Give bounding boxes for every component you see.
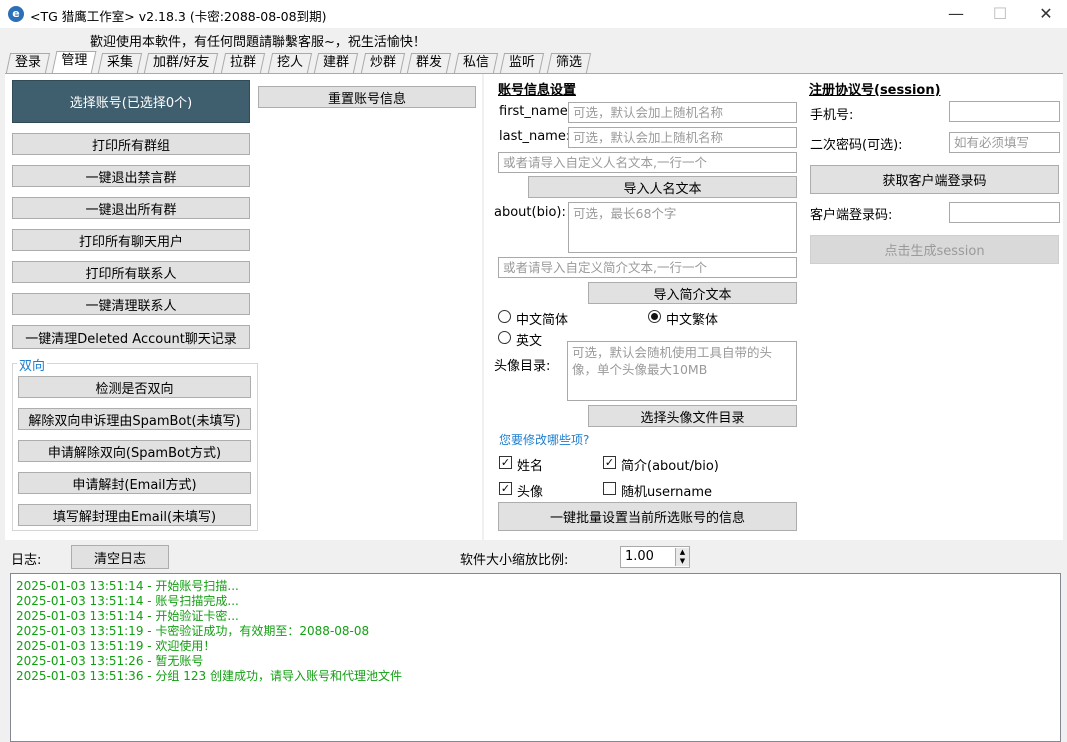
password-label: 二次密码(可选): — [810, 138, 903, 153]
phone-input[interactable] — [949, 101, 1060, 122]
close-button[interactable]: ✕ — [1036, 4, 1056, 24]
log-line: 2025-01-03 13:51:19 - 卡密验证成功，有效期至：2088-0… — [16, 624, 370, 638]
phone-label: 手机号: — [810, 108, 854, 123]
exit-muted-groups-button[interactable]: 一键退出禁言群 — [12, 165, 250, 187]
import-name-text-button[interactable]: 导入人名文本 — [528, 176, 797, 198]
check-two-way-button[interactable]: 检测是否双向 — [18, 376, 251, 398]
scale-up-icon[interactable]: ▲ — [675, 548, 689, 557]
modify-fields-question: 您要修改哪些项? — [499, 433, 590, 447]
last-name-input[interactable]: 可选，默认会加上随机名称 — [568, 127, 797, 148]
lang-simplified-label: 中文简体 — [516, 313, 569, 328]
log-output[interactable]: 2025-01-03 13:51:14 - 开始账号扫描... 2025-01-… — [10, 573, 1061, 742]
minimize-button[interactable]: — — [946, 4, 966, 24]
import-bio-text-button[interactable]: 导入简介文本 — [588, 282, 797, 304]
log-label: 日志: — [11, 553, 42, 568]
opt-bio-label: 简介(about/bio) — [621, 459, 719, 474]
tab-dig-users[interactable]: 挖人 — [267, 53, 313, 73]
bio-label: about(bio): — [494, 205, 566, 220]
session-heading: 注册协议号(session) — [809, 83, 941, 98]
scale-spinbox[interactable]: 1.00 ▲ ▼ — [620, 546, 690, 568]
print-contacts-button[interactable]: 打印所有联系人 — [12, 261, 250, 283]
opt-username-checkbox[interactable] — [603, 482, 616, 495]
login-code-label: 客户端登录码: — [810, 208, 893, 223]
password-input[interactable]: 如有必须填写 — [949, 132, 1060, 153]
bio-textarea[interactable]: 可选，最长68个字 — [568, 202, 797, 253]
maximize-button[interactable]: ☐ — [990, 4, 1010, 24]
tab-hype-group[interactable]: 炒群 — [360, 53, 406, 73]
log-line: 2025-01-03 13:51:14 - 账号扫描完成... — [16, 594, 239, 608]
opt-username-label: 随机username — [621, 485, 712, 500]
tab-login[interactable]: 登录 — [5, 53, 51, 73]
select-account-button[interactable]: 选择账号(已选择0个) — [12, 80, 250, 123]
clear-log-button[interactable]: 清空日志 — [71, 545, 169, 569]
log-line: 2025-01-03 13:51:19 - 欢迎使用！ — [16, 639, 216, 653]
scale-down-icon[interactable]: ▼ — [675, 557, 689, 566]
batch-set-info-button[interactable]: 一键批量设置当前所选账号的信息 — [498, 502, 797, 531]
lang-english-label: 英文 — [516, 334, 543, 349]
log-line: 2025-01-03 13:51:14 - 开始账号扫描... — [16, 579, 239, 593]
avatar-dir-textarea[interactable]: 可选，默认会随机使用工具自带的头像，单个头像最大10MB — [567, 341, 797, 401]
lang-english-radio[interactable] — [498, 331, 511, 344]
two-way-group-title: 双向 — [17, 355, 48, 374]
clean-deleted-account-chats-button[interactable]: 一键清理Deleted Account聊天记录 — [12, 325, 250, 349]
last-name-label: last_name: — [499, 129, 571, 144]
avatar-dir-label: 头像目录: — [494, 359, 551, 374]
tab-manage[interactable]: 管理 — [51, 51, 97, 74]
lang-traditional-radio[interactable] — [648, 310, 661, 323]
request-unlock-spambot-button[interactable]: 申请解除双向(SpamBot方式) — [18, 440, 251, 462]
exit-all-groups-button[interactable]: 一键退出所有群 — [12, 197, 250, 219]
account-info-heading: 账号信息设置 — [498, 83, 577, 98]
generate-session-button[interactable]: 点击生成session — [810, 235, 1059, 264]
first-name-input[interactable]: 可选，默认会加上随机名称 — [568, 102, 797, 123]
opt-name-checkbox[interactable]: ✓ — [499, 456, 512, 469]
tab-join-group-friend[interactable]: 加群/好友 — [143, 53, 219, 73]
email-unban-reason-button[interactable]: 填写解封理由Email(未填写) — [18, 504, 251, 526]
first-name-label: first_name: — [499, 104, 573, 119]
tab-filter[interactable]: 筛选 — [546, 53, 592, 73]
select-avatar-dir-button[interactable]: 选择头像文件目录 — [588, 405, 797, 427]
login-code-input[interactable] — [949, 202, 1060, 223]
scale-label: 软件大小缩放比例: — [460, 553, 569, 568]
app-logo-icon: e — [8, 6, 24, 22]
lang-traditional-label: 中文繁体 — [666, 313, 719, 328]
opt-avatar-checkbox[interactable]: ✓ — [499, 482, 512, 495]
tab-create-group[interactable]: 建群 — [313, 53, 359, 73]
print-all-groups-button[interactable]: 打印所有群组 — [12, 133, 250, 155]
custom-name-input[interactable]: 或者请导入自定义人名文本,一行一个 — [498, 152, 797, 173]
tab-broadcast[interactable]: 群发 — [406, 53, 452, 73]
custom-bio-input[interactable]: 或者请导入自定义简介文本,一行一个 — [498, 257, 797, 278]
request-unban-email-button[interactable]: 申请解封(Email方式) — [18, 472, 251, 494]
log-line: 2025-01-03 13:51:26 - 暂无账号 — [16, 654, 204, 668]
clean-contacts-button[interactable]: 一键清理联系人 — [12, 293, 250, 315]
get-login-code-button[interactable]: 获取客户端登录码 — [810, 165, 1059, 194]
tab-private-message[interactable]: 私信 — [453, 53, 499, 73]
window-title: <TG 猎鹰工作室> v2.18.3 (卡密:2088-08-08到期) — [30, 9, 327, 24]
log-line: 2025-01-03 13:51:36 - 分组 123 创建成功，请导入账号和… — [16, 669, 402, 683]
opt-avatar-label: 头像 — [517, 485, 544, 500]
tab-monitor[interactable]: 监听 — [499, 53, 545, 73]
opt-bio-checkbox[interactable]: ✓ — [603, 456, 616, 469]
tab-collect[interactable]: 采集 — [97, 53, 143, 73]
print-chat-users-button[interactable]: 打印所有聊天用户 — [12, 229, 250, 251]
tab-pull-group[interactable]: 拉群 — [220, 53, 266, 73]
welcome-message: 歡迎使用本軟件，有任何問題請聯繫客服~，祝生活愉快！ — [90, 35, 426, 50]
scale-value: 1.00 — [625, 549, 654, 564]
spambot-appeal-reason-button[interactable]: 解除双向申诉理由SpamBot(未填写) — [18, 408, 251, 430]
lang-simplified-radio[interactable] — [498, 310, 511, 323]
reset-account-info-button[interactable]: 重置账号信息 — [258, 86, 476, 108]
opt-name-label: 姓名 — [517, 459, 544, 474]
log-line: 2025-01-03 13:51:14 - 开始验证卡密... — [16, 609, 239, 623]
